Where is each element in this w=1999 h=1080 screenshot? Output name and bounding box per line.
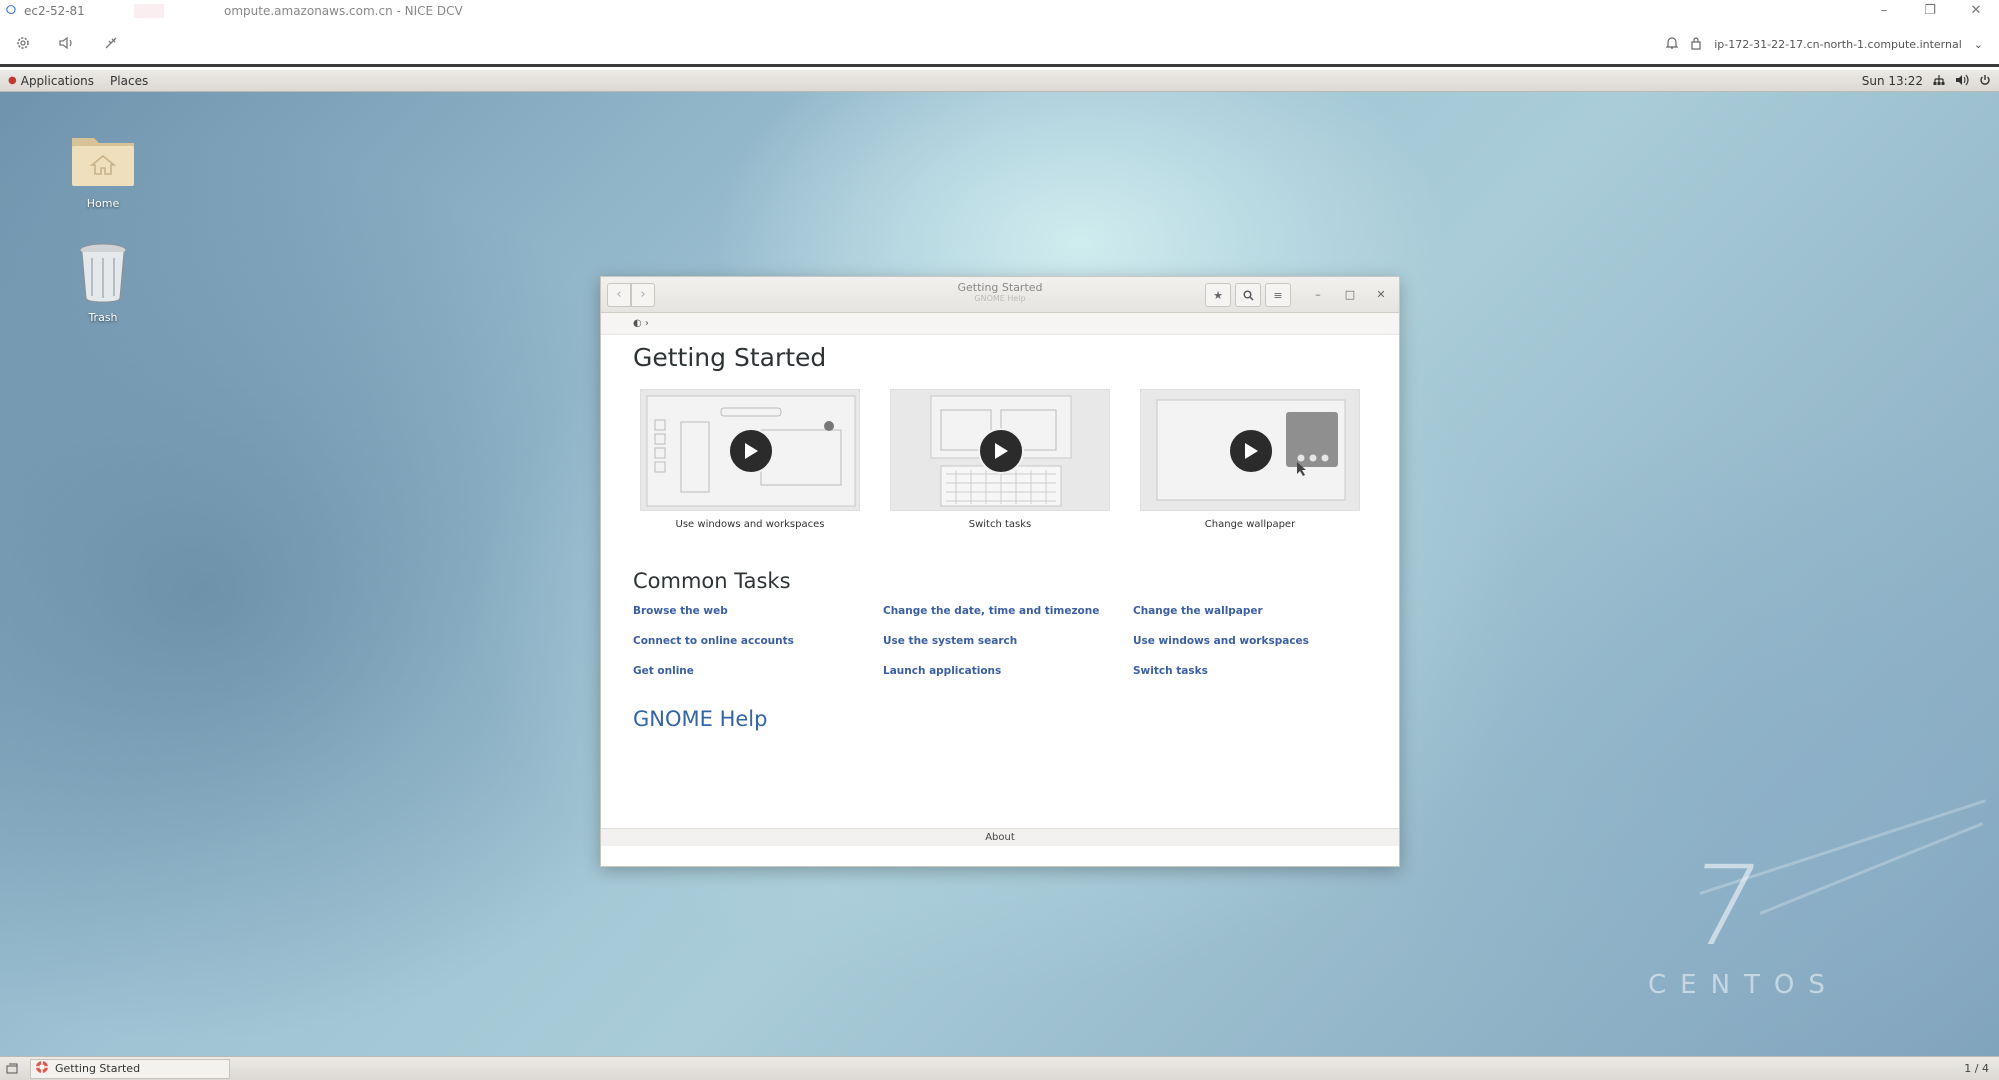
dcv-titlebar: ⭘ ec2-52-81 ompute.amazonaws.com.cn - NI… — [0, 0, 1999, 22]
volume-icon[interactable] — [1955, 74, 1969, 89]
search-icon — [1243, 290, 1254, 301]
network-icon[interactable] — [1933, 74, 1945, 89]
video-caption: Switch tasks — [968, 519, 1032, 530]
dcv-app-icon: ⭘ — [5, 3, 17, 18]
desktop-icon-label: Trash — [88, 311, 118, 324]
dcv-blank-tab[interactable] — [134, 4, 164, 18]
gnome-top-panel: ● Applications Places Sun 13:22 — [0, 70, 1999, 92]
task-link-browse-web[interactable]: Browse the web — [633, 605, 728, 617]
close-icon[interactable]: ✕ — [1373, 287, 1389, 303]
video-thumbnail[interactable] — [890, 389, 1110, 511]
window-list-taskbar: Getting Started 1 / 4 — [0, 1056, 1999, 1080]
home-folder-icon — [72, 138, 134, 186]
help-page-body: Getting Started Use windows and workspac… — [601, 335, 1399, 846]
notification-bell-icon[interactable] — [1665, 36, 1679, 53]
about-footer-button[interactable]: About — [601, 828, 1399, 846]
centos-watermark-text: CENTOS — [1648, 970, 1839, 1000]
dcv-window-title: ompute.amazonaws.com.cn - NICE DCV — [224, 4, 463, 18]
desktop-icon-label: Home — [86, 197, 120, 210]
task-link-online-accounts[interactable]: Connect to online accounts — [633, 635, 794, 647]
centos-watermark-number: 7 — [1681, 842, 1769, 970]
dcv-window-controls: – ❐ ✕ — [1861, 0, 1999, 22]
minimize-icon[interactable]: – — [1310, 287, 1326, 303]
help-lifebuoy-icon — [35, 1060, 49, 1077]
task-link-change-wallpaper[interactable]: Change the wallpaper — [1133, 605, 1263, 617]
hamburger-icon: ≡ — [1273, 288, 1283, 302]
video-card-windows-workspaces[interactable]: Use windows and workspaces — [640, 389, 860, 530]
task-link-get-online[interactable]: Get online — [633, 665, 694, 677]
getting-started-window: ‹ › Getting Started GNOME Help ★ ≡ – □ ✕… — [600, 276, 1400, 867]
taskbar-item-label: Getting Started — [55, 1062, 141, 1075]
workspace-pager[interactable]: 1 / 4 — [1964, 1062, 1989, 1075]
places-menu[interactable]: Places — [102, 74, 156, 88]
search-button[interactable] — [1235, 283, 1261, 307]
task-link-switch-tasks[interactable]: Switch tasks — [1133, 665, 1208, 677]
page-title: Getting Started — [633, 343, 827, 372]
video-card-change-wallpaper[interactable]: Change wallpaper — [1140, 389, 1360, 530]
taskbar-item-getting-started[interactable]: Getting Started — [30, 1058, 230, 1079]
applications-menu[interactable]: ● Applications — [0, 74, 102, 88]
breadcrumb: ◐ › — [601, 313, 1399, 335]
task-link-system-search[interactable]: Use the system search — [883, 635, 1017, 647]
restore-icon[interactable]: ❐ — [1907, 0, 1953, 22]
play-icon[interactable] — [1228, 428, 1274, 474]
task-link-date-time[interactable]: Change the date, time and timezone — [883, 605, 1099, 617]
lock-icon — [1690, 36, 1702, 53]
minimize-icon[interactable]: – — [1861, 0, 1907, 22]
common-tasks-heading: Common Tasks — [633, 569, 791, 593]
video-thumbnail[interactable] — [1140, 389, 1360, 511]
places-label: Places — [110, 73, 149, 88]
window-headerbar: ‹ › Getting Started GNOME Help ★ ≡ – □ ✕ — [601, 277, 1399, 313]
play-icon[interactable] — [728, 428, 774, 474]
video-caption: Use windows and workspaces — [675, 519, 825, 530]
speaker-icon[interactable] — [56, 32, 78, 54]
video-card-switch-tasks[interactable]: Switch tasks — [890, 389, 1110, 530]
dcv-toolbar-right: ip-172-31-22-17.cn-north-1.compute.inter… — [1665, 22, 1983, 67]
task-link-windows-workspaces[interactable]: Use windows and workspaces — [1133, 635, 1309, 647]
gnome-help-link[interactable]: GNOME Help — [633, 707, 767, 731]
bookmark-button[interactable]: ★ — [1205, 283, 1231, 307]
applications-label: Applications — [20, 73, 95, 88]
play-icon[interactable] — [978, 428, 1024, 474]
clock[interactable]: Sun 13:22 — [1862, 74, 1923, 88]
trash-icon — [79, 243, 127, 303]
settings-gear-icon[interactable] — [12, 32, 34, 54]
help-home-icon[interactable]: ◐ › — [633, 318, 649, 329]
power-icon[interactable] — [1979, 74, 1991, 89]
video-caption: Change wallpaper — [1204, 519, 1296, 530]
star-icon: ★ — [1213, 288, 1223, 302]
task-link-launch-applications[interactable]: Launch applications — [883, 665, 1001, 677]
hostname-label: ip-172-31-22-17.cn-north-1.compute.inter… — [1714, 38, 1962, 51]
usb-icon[interactable] — [100, 32, 122, 54]
gnome-foot-icon: ● — [8, 75, 17, 86]
show-desktop-icon[interactable] — [0, 1058, 24, 1080]
close-icon[interactable]: ✕ — [1953, 0, 1999, 22]
desktop-icon-trash[interactable]: Trash — [58, 242, 148, 324]
chevron-down-icon[interactable]: ⌄ — [1974, 38, 1983, 51]
dcv-tab-label[interactable]: ec2-52-81 — [24, 4, 134, 18]
desktop-icon-home[interactable]: Home — [58, 128, 148, 210]
maximize-icon[interactable]: □ — [1342, 287, 1358, 303]
video-thumbnail[interactable] — [640, 389, 860, 511]
menu-button[interactable]: ≡ — [1265, 283, 1291, 307]
panel-status-area: Sun 13:22 — [1862, 70, 1991, 92]
dcv-toolbar: ip-172-31-22-17.cn-north-1.compute.inter… — [0, 22, 1999, 67]
